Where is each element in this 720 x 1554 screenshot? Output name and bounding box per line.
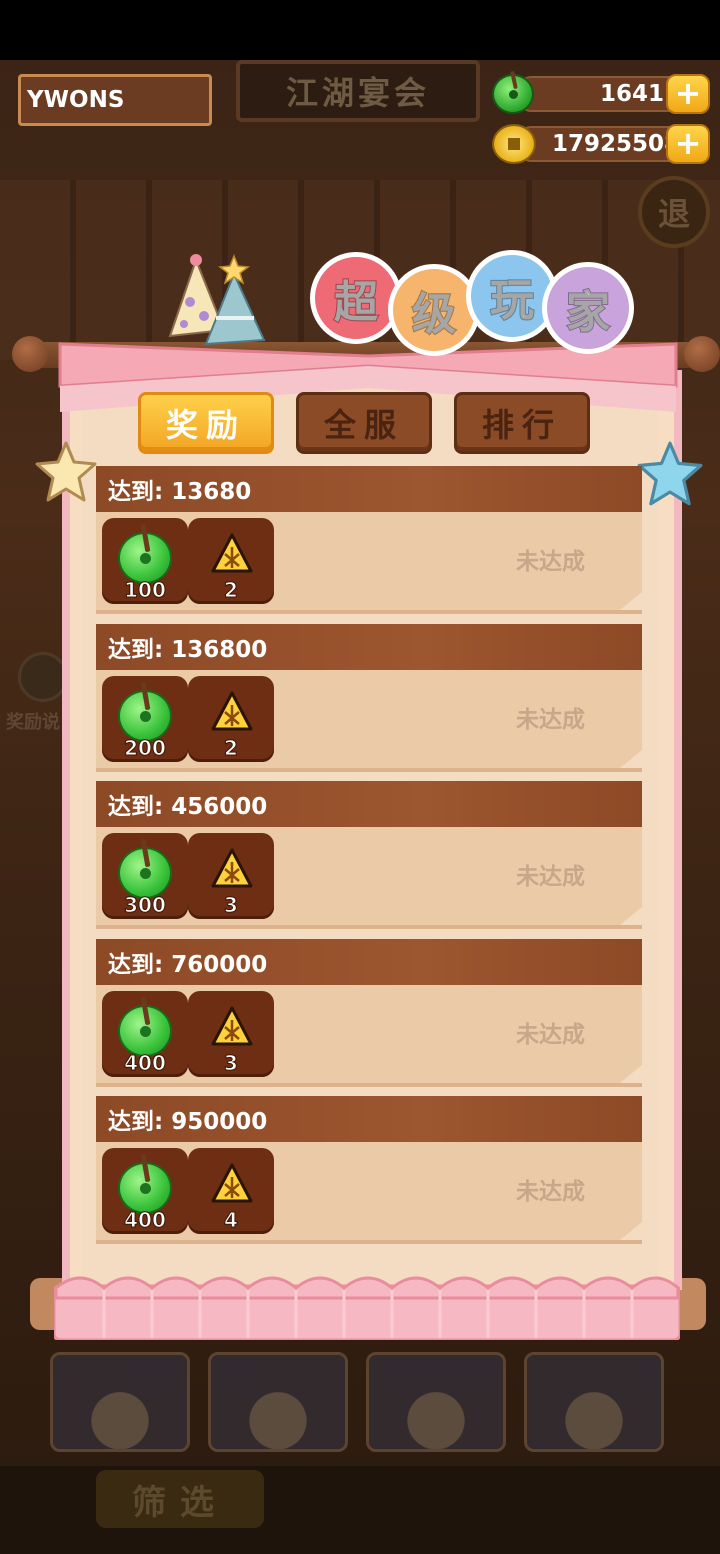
ticket-icon [211, 1163, 253, 1203]
tab-reward[interactable]: 奖励 [138, 392, 274, 454]
jade-reward-amount: 400 [124, 1050, 167, 1075]
dialog-bottom-scallop [54, 1276, 680, 1340]
reward-row: 达到: 456000 300 3 未达成 [96, 781, 642, 931]
rod-knob-right [684, 336, 720, 372]
super-player-dialog: 超 级 玩 家 奖励 全服 排行 达到: 13680 100 2 未达成 达到:… [0, 0, 720, 1554]
page-fold [620, 1064, 642, 1083]
reward-threshold: 达到: 13680 [96, 466, 642, 512]
jade-reward-item[interactable]: 300 [102, 833, 188, 919]
reward-status: 未达成 [516, 1179, 585, 1205]
ticket-reward-item[interactable]: 3 [188, 990, 274, 1077]
page-fold [620, 1222, 642, 1240]
jade-reward-amount: 400 [124, 1208, 167, 1233]
reward-row: 达到: 136800 200 2 未达成 [96, 623, 642, 774]
reward-status: 未达成 [516, 864, 585, 890]
jade-icon [118, 532, 172, 584]
tab-server[interactable]: 全服 [296, 392, 432, 454]
reward-status: 未达成 [516, 706, 585, 733]
jade-reward-item[interactable]: 400 [102, 990, 188, 1077]
ticket-icon [211, 848, 253, 888]
ticket-icon [211, 533, 253, 573]
jade-reward-amount: 300 [124, 893, 167, 918]
star-decoration-icon [637, 441, 703, 506]
ticket-reward-amount: 2 [224, 578, 239, 603]
rod-knob-left [12, 336, 48, 372]
reward-row-body: 400 4 未达成 [96, 1142, 642, 1244]
jade-reward-item[interactable]: 100 [102, 518, 188, 604]
jade-reward-item[interactable]: 200 [102, 675, 188, 762]
reward-row: 达到: 950000 400 4 未达成 [96, 1096, 642, 1246]
page-fold [620, 907, 642, 925]
ticket-reward-amount: 2 [224, 735, 239, 760]
reward-threshold: 达到: 136800 [96, 623, 642, 670]
reward-threshold: 达到: 950000 [96, 1096, 642, 1142]
reward-status: 未达成 [516, 1021, 585, 1048]
title-char: 超 [310, 252, 402, 344]
party-hats-icon [168, 253, 266, 346]
jade-reward-item[interactable]: 400 [102, 1148, 188, 1234]
ticket-icon [211, 691, 253, 730]
star-decoration-icon [35, 441, 97, 502]
page-fold [620, 592, 642, 610]
jade-icon [118, 689, 172, 742]
jade-icon [118, 847, 172, 899]
reward-row-body: 100 2 未达成 [96, 512, 642, 614]
jade-icon [118, 1162, 172, 1214]
ticket-reward-amount: 3 [224, 893, 239, 918]
reward-row-body: 200 2 未达成 [96, 669, 642, 772]
ticket-reward-amount: 4 [224, 1208, 239, 1233]
page-fold [620, 749, 642, 768]
jade-icon [118, 1004, 172, 1057]
ticket-reward-item[interactable]: 2 [188, 675, 274, 762]
ticket-reward-item[interactable]: 3 [188, 833, 274, 919]
dialog-title: 超 级 玩 家 [310, 248, 640, 358]
reward-list: 达到: 13680 100 2 未达成 达到: 136800 200 2 未达成… [96, 466, 642, 1254]
ticket-reward-item[interactable]: 4 [188, 1148, 274, 1234]
ticket-reward-item[interactable]: 2 [188, 518, 274, 604]
jade-reward-amount: 100 [124, 578, 167, 603]
reward-row: 达到: 760000 400 3 未达成 [96, 938, 642, 1089]
reward-row-body: 300 3 未达成 [96, 827, 642, 929]
reward-threshold: 达到: 760000 [96, 938, 642, 985]
reward-status: 未达成 [516, 549, 585, 575]
tab-ranking[interactable]: 排行 [454, 392, 590, 454]
reward-row: 达到: 13680 100 2 未达成 [96, 466, 642, 616]
title-char: 家 [542, 262, 634, 354]
ticket-reward-amount: 3 [224, 1050, 239, 1075]
jade-reward-amount: 200 [124, 735, 167, 760]
reward-threshold: 达到: 456000 [96, 781, 642, 827]
reward-row-body: 400 3 未达成 [96, 984, 642, 1087]
ticket-icon [211, 1006, 253, 1045]
title-char: 级 [388, 264, 480, 356]
